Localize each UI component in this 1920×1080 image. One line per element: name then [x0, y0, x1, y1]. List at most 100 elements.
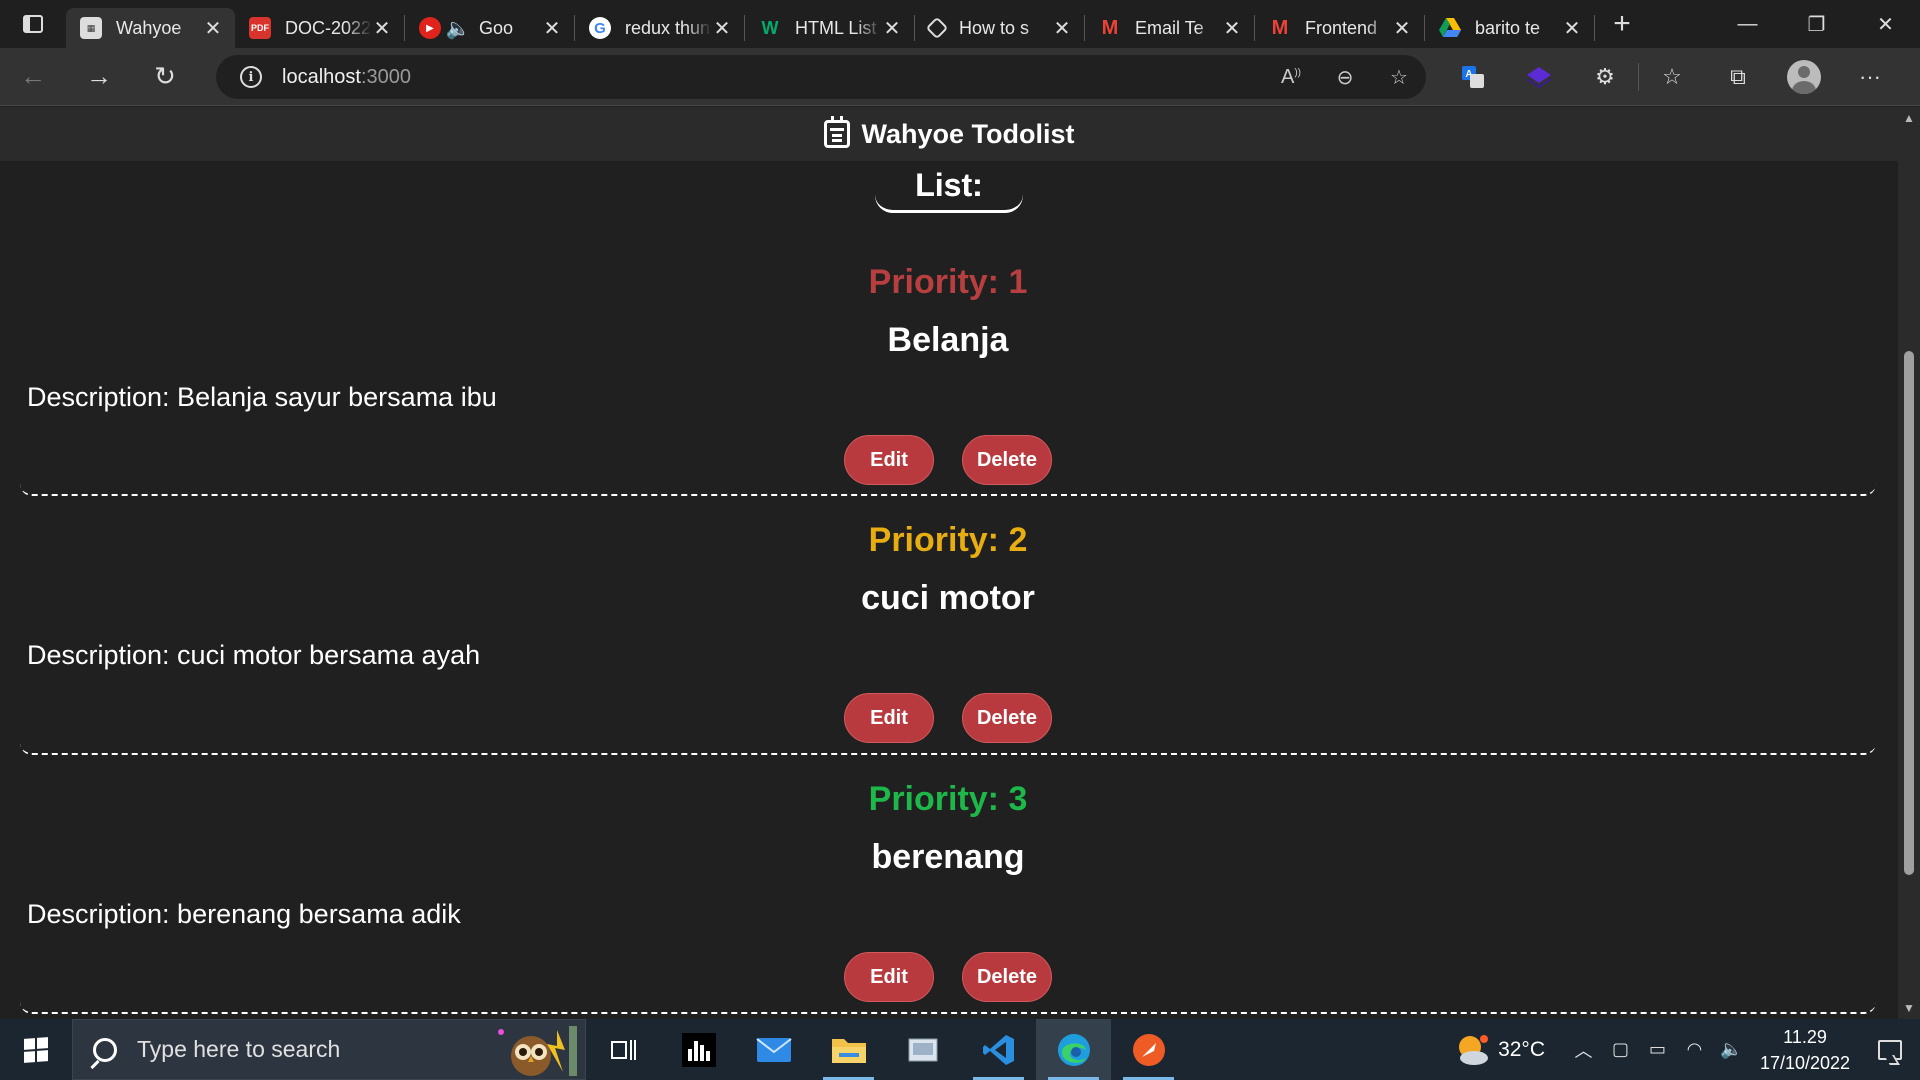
- task-view-icon: [610, 1039, 636, 1060]
- restore-button[interactable]: ❐: [1782, 0, 1851, 48]
- weather-widget[interactable]: 32°C: [1454, 1033, 1545, 1067]
- tab-wahyoe[interactable]: ▦ Wahyoe ✕: [66, 8, 235, 48]
- close-tab-icon[interactable]: ✕: [1392, 16, 1412, 41]
- bar-chart-app-icon: [681, 1032, 716, 1067]
- edit-button[interactable]: Edit: [844, 435, 934, 485]
- tab-title: How to s: [959, 17, 1030, 38]
- edit-button[interactable]: Edit: [844, 693, 934, 743]
- minimize-icon: —: [1737, 12, 1758, 35]
- address-bar[interactable]: i localhost:3000 A)) ⊖ ☆: [216, 55, 1426, 99]
- extension-button[interactable]: [1506, 48, 1572, 106]
- scrollbar-thumb[interactable]: [1904, 351, 1914, 875]
- notification-icon: [1878, 1039, 1902, 1060]
- windows-taskbar: Type here to search 32°C ︿ ▢ ▭ ◠ 🔈 11.29…: [0, 1019, 1920, 1080]
- tab-html-list[interactable]: W HTML List ✕: [745, 8, 914, 48]
- tab-barito[interactable]: barito te ✕: [1425, 8, 1594, 48]
- tab-how-to[interactable]: How to s ✕: [915, 8, 1084, 48]
- task-view-button[interactable]: [586, 1019, 661, 1080]
- app-header-bar: Wahyoe Todolist: [0, 107, 1898, 161]
- delete-button[interactable]: Delete: [962, 952, 1052, 1002]
- show-hidden-icons[interactable]: ︿: [1565, 1037, 1602, 1063]
- w3schools-icon: W: [761, 17, 779, 38]
- close-tab-icon[interactable]: ✕: [203, 16, 223, 41]
- taskbar-app-mail[interactable]: [736, 1019, 811, 1080]
- collections-button[interactable]: ⧉: [1705, 48, 1771, 106]
- search-placeholder: Type here to search: [137, 1036, 341, 1062]
- add-favorite-icon[interactable]: ☆: [1372, 65, 1426, 90]
- todo-actions: Edit Delete: [20, 693, 1876, 743]
- tab-title: Goo: [479, 17, 514, 38]
- google-icon: G: [589, 17, 611, 39]
- volume-icon[interactable]: 🔈: [1713, 1039, 1750, 1060]
- close-tab-icon[interactable]: ✕: [372, 16, 392, 41]
- close-window-button[interactable]: ✕: [1851, 0, 1920, 48]
- close-tab-icon[interactable]: ✕: [1052, 16, 1072, 41]
- battery-icon[interactable]: ▭: [1639, 1039, 1676, 1060]
- taskbar-app-file-explorer[interactable]: [811, 1019, 886, 1080]
- read-aloud-icon[interactable]: A)): [1264, 66, 1318, 89]
- taskbar-search[interactable]: Type here to search: [72, 1019, 586, 1080]
- new-tab-button[interactable]: +: [1595, 0, 1649, 48]
- translate-button[interactable]: A: [1440, 48, 1506, 106]
- clock-date: 17/10/2022: [1759, 1052, 1851, 1073]
- close-tab-icon[interactable]: ✕: [712, 16, 732, 41]
- address-host: localhost: [282, 65, 361, 88]
- taskbar-clock[interactable]: 11.29 17/10/2022: [1750, 1024, 1860, 1076]
- layers-extension-icon: [1527, 67, 1551, 88]
- tab-actions-button[interactable]: [0, 0, 66, 48]
- taskbar-app-analytics[interactable]: [661, 1019, 736, 1080]
- close-tab-icon[interactable]: ✕: [1562, 16, 1582, 41]
- todo-title: cuci motor: [861, 579, 1035, 617]
- profile-button[interactable]: [1771, 48, 1837, 106]
- site-info-icon[interactable]: i: [240, 66, 262, 88]
- close-tab-icon[interactable]: ✕: [542, 16, 562, 41]
- zoom-out-icon[interactable]: ⊖: [1318, 65, 1372, 90]
- close-tab-icon[interactable]: ✕: [1222, 16, 1242, 41]
- tab-youtube-music[interactable]: ▶ 🔈 Goo ✕: [405, 8, 574, 48]
- tab-redux[interactable]: G redux thunk ✕: [575, 8, 744, 48]
- calendar-icon: [823, 116, 850, 148]
- tab-frontend[interactable]: M Frontend ✕: [1255, 8, 1424, 48]
- folder-icon: [831, 1038, 866, 1063]
- vscode-icon: [982, 1034, 1014, 1065]
- collections-icon: ⧉: [1730, 64, 1746, 89]
- meet-now-icon[interactable]: ▢: [1602, 1039, 1639, 1060]
- todo-description: Description: Belanja sayur bersama ibu: [27, 382, 497, 412]
- notifications-button[interactable]: [1860, 1019, 1920, 1080]
- taskbar-app-edge[interactable]: [1036, 1019, 1111, 1080]
- gmail-icon: M: [1101, 16, 1119, 39]
- refresh-icon: ↻: [154, 61, 176, 91]
- edit-button[interactable]: Edit: [844, 952, 934, 1002]
- tab-title: Wahyoe: [116, 17, 182, 38]
- codesandbox-icon: [925, 16, 949, 40]
- start-button[interactable]: [0, 1019, 72, 1080]
- tab-title: DOC-2022: [285, 17, 372, 38]
- taskbar-app-postman[interactable]: [1111, 1019, 1186, 1080]
- taskbar-app-snipping[interactable]: [886, 1019, 961, 1080]
- list-heading-label: List:: [875, 167, 1023, 213]
- minimize-button[interactable]: —: [1713, 0, 1782, 48]
- scroll-down-icon[interactable]: ▼: [1898, 997, 1920, 1019]
- tab-title: HTML List: [795, 17, 877, 38]
- close-tab-icon[interactable]: ✕: [882, 16, 902, 41]
- taskbar-app-vscode[interactable]: [961, 1019, 1036, 1080]
- todo-card-3: Priority: 3 berenang Description: berena…: [20, 755, 1876, 1014]
- page-scrollbar[interactable]: ▲ ▼: [1898, 107, 1920, 1019]
- translate-icon: A: [1462, 66, 1484, 88]
- mail-icon: [755, 1037, 792, 1062]
- tab-title: redux thunk: [625, 17, 712, 38]
- delete-button[interactable]: Delete: [962, 435, 1052, 485]
- more-button[interactable]: ···: [1837, 48, 1903, 106]
- extensions-button[interactable]: ⚙: [1572, 48, 1638, 106]
- tab-email-template[interactable]: M Email Te ✕: [1085, 8, 1254, 48]
- wifi-icon[interactable]: ◠: [1676, 1039, 1713, 1060]
- tab-doc[interactable]: PDF DOC-2022 ✕: [235, 8, 404, 48]
- favorites-button[interactable]: ☆: [1639, 48, 1705, 106]
- back-button[interactable]: ←: [0, 48, 66, 106]
- refresh-button[interactable]: ↻: [132, 48, 198, 106]
- delete-button[interactable]: Delete: [962, 693, 1052, 743]
- gmail-icon: M: [1271, 16, 1289, 39]
- scroll-up-icon[interactable]: ▲: [1898, 107, 1920, 129]
- todo-card-1: Priority: 1 Belanja Description: Belanja…: [20, 107, 1876, 496]
- forward-button[interactable]: →: [66, 48, 132, 106]
